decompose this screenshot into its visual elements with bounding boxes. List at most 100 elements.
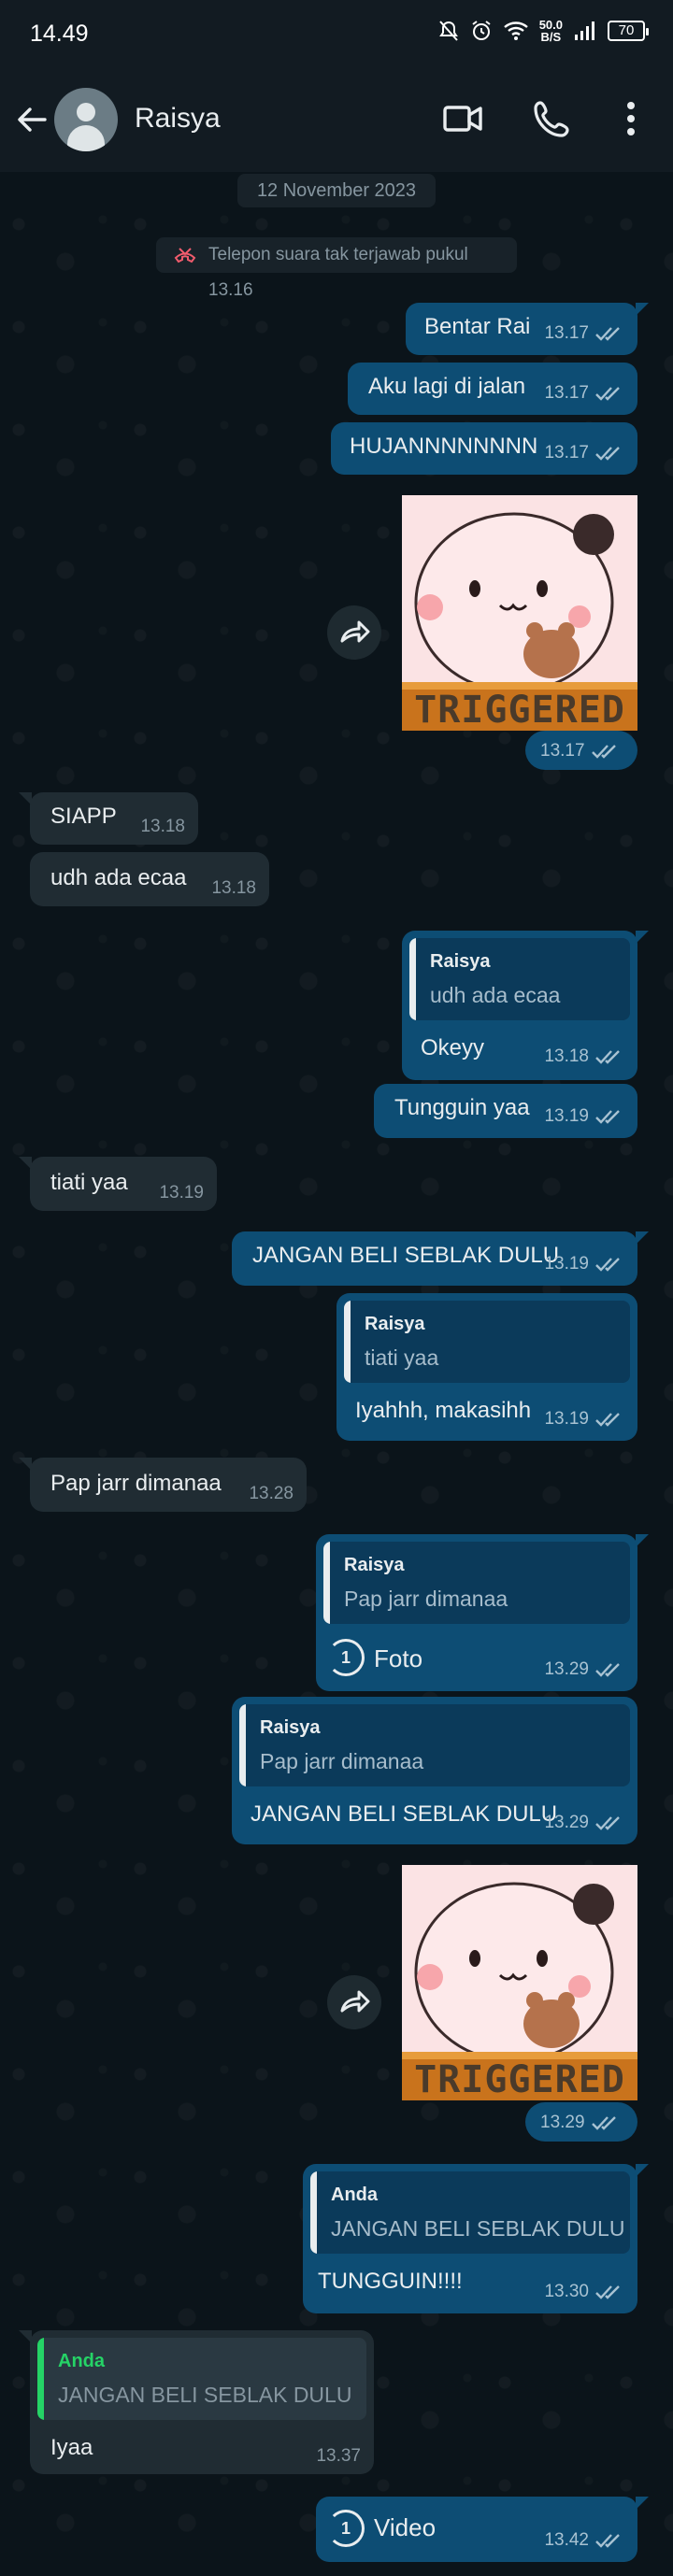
contact-name[interactable]: Raisya — [135, 103, 221, 135]
message-text: tiati yaa — [50, 1170, 128, 1195]
message-time: 13.17 — [544, 443, 589, 463]
message-time: 13.18 — [211, 878, 256, 898]
signal-icon — [575, 21, 594, 40]
net-speed-unit: B/S — [540, 30, 562, 44]
message-meta: 13.19 — [159, 1183, 204, 1203]
message-outgoing-reply[interactable]: Anda JANGAN BELI SEBLAK DULU TUNGGUIN!!!… — [303, 2164, 649, 2313]
message-outgoing-reply[interactable]: Raisya tiati yaa Iyahhh, makasihh 13.19 — [336, 1293, 637, 1441]
message-incoming[interactable]: Pap jarr dimanaa 13.28 — [19, 1458, 307, 1512]
read-tick-icon — [595, 2285, 620, 2299]
quote-author: Raisya — [260, 1717, 321, 1738]
message-incoming[interactable]: SIAPP 13.18 — [19, 792, 198, 845]
message-time: 13.29 — [544, 1659, 589, 1679]
quote-author: Raisya — [365, 1314, 425, 1334]
message-outgoing-reply[interactable]: Raisya Pap jarr dimanaa JANGAN BELI SEBL… — [232, 1697, 637, 1844]
sticker-image[interactable]: TRIGGERED — [402, 495, 637, 731]
read-tick-icon — [595, 1413, 620, 1427]
quote-text: JANGAN BELI SEBLAK DULU — [58, 2383, 352, 2407]
quoted-message[interactable]: Raisya Pap jarr dimanaa — [323, 1542, 630, 1624]
quoted-message[interactable]: Anda JANGAN BELI SEBLAK DULU — [37, 2338, 366, 2420]
quoted-message[interactable]: Raisya udh ada ecaa — [409, 938, 630, 1020]
message-meta: 13.29 — [544, 1813, 623, 1833]
message-meta: 13.37 — [316, 2446, 361, 2467]
message-meta: 13.18 — [140, 817, 185, 837]
quote-text: udh ada ecaa — [430, 983, 561, 1007]
mute-icon — [438, 21, 458, 41]
message-outgoing[interactable]: Aku lagi di jalan 13.17 — [348, 363, 637, 415]
message-meta: 13.29 — [544, 1659, 623, 1680]
quote-text: Pap jarr dimanaa — [344, 1587, 508, 1611]
voice-call-icon[interactable] — [527, 93, 578, 144]
message-time: 13.19 — [544, 1254, 589, 1274]
quoted-message[interactable]: Raisya tiati yaa — [344, 1301, 630, 1383]
message-meta: 13.17 — [544, 443, 623, 463]
read-tick-icon — [591, 2116, 616, 2130]
read-tick-icon — [591, 745, 616, 759]
read-tick-icon — [595, 327, 620, 341]
message-meta: 13.18 — [211, 878, 256, 899]
net-speed: 50.0 B/S — [539, 19, 563, 43]
message-text: JANGAN BELI SEBLAK DULU — [251, 1801, 558, 1827]
read-tick-icon — [595, 387, 620, 401]
read-tick-icon — [595, 1050, 620, 1064]
message-time: 13.17 — [540, 741, 585, 761]
message-meta: 13.17 — [540, 741, 619, 761]
video-call-icon[interactable] — [437, 93, 488, 144]
status-icons: 50.0 B/S 70 — [438, 19, 649, 43]
message-outgoing[interactable]: JANGAN BELI SEBLAK DULU 13.19 — [232, 1231, 649, 1286]
view-once-icon: 1 — [327, 1639, 365, 1676]
quote-text: JANGAN BELI SEBLAK DULU — [331, 2216, 625, 2241]
message-time: 13.18 — [140, 817, 185, 836]
message-text: HUJANNNNNNNN — [350, 434, 538, 459]
alarm-icon — [472, 21, 491, 40]
message-time: 13.30 — [544, 2282, 589, 2301]
read-tick-icon — [595, 2534, 620, 2548]
message-meta: 13.42 — [544, 2530, 623, 2551]
view-once-icon: 1 — [327, 2510, 365, 2547]
message-meta: 13.17 — [544, 383, 623, 404]
message-text: Iyahhh, makasihh — [355, 1398, 532, 1423]
wifi-icon — [503, 21, 528, 40]
forward-button[interactable] — [327, 605, 381, 660]
message-time: 13.29 — [544, 1813, 589, 1832]
sticker-image[interactable]: TRIGGERED — [402, 1865, 637, 2100]
read-tick-icon — [595, 447, 620, 461]
quote-text: Pap jarr dimanaa — [260, 1749, 424, 1773]
read-tick-icon — [595, 1110, 620, 1124]
triggered-bear-sticker: TRIGGERED — [402, 495, 637, 731]
message-outgoing[interactable]: HUJANNNNNNNN 13.17 — [331, 422, 637, 475]
message-time: 13.19 — [159, 1183, 204, 1203]
quoted-message[interactable]: Anda JANGAN BELI SEBLAK DULU — [310, 2171, 630, 2254]
message-outgoing-reply[interactable]: Raisya udh ada ecaa Okeyy 13.18 — [402, 931, 649, 1080]
date-divider: 12 November 2023 — [237, 174, 436, 207]
media-label: Foto — [374, 1644, 423, 1672]
message-outgoing-view-once-photo[interactable]: Raisya Pap jarr dimanaa 1 Foto 13.29 — [316, 1534, 649, 1691]
message-text: TUNGGUIN!!!! — [318, 2269, 463, 2294]
message-outgoing-view-once-video[interactable]: 1 Video 13.42 — [316, 2497, 649, 2562]
battery-icon: 70 — [608, 21, 649, 41]
message-incoming[interactable]: udh ada ecaa 13.18 — [30, 852, 269, 906]
message-text: Pap jarr dimanaa — [50, 1471, 222, 1496]
message-meta: 13.28 — [249, 1484, 294, 1504]
quoted-message[interactable]: Raisya Pap jarr dimanaa — [239, 1704, 630, 1786]
quote-author: Raisya — [430, 951, 491, 972]
message-text: Iyaa — [50, 2435, 93, 2460]
missed-call-notice[interactable]: Telepon suara tak terjawab pukul 13.16 — [156, 237, 517, 300]
read-tick-icon — [595, 1663, 620, 1677]
more-vert-icon[interactable] — [606, 93, 656, 144]
message-outgoing[interactable]: Bentar Rai 13.17 — [406, 303, 649, 355]
back-arrow-icon[interactable] — [13, 101, 50, 138]
message-incoming-reply[interactable]: Anda JANGAN BELI SEBLAK DULU Iyaa 13.37 — [19, 2330, 374, 2474]
quote-author: Raisya — [344, 1555, 405, 1575]
message-incoming[interactable]: tiati yaa 13.19 — [19, 1157, 217, 1211]
avatar[interactable] — [54, 88, 118, 151]
chat-header: Raisya — [0, 65, 673, 172]
message-meta: 13.29 — [540, 2113, 619, 2133]
sticker-caption: TRIGGERED — [414, 2058, 625, 2100]
message-meta: 13.19 — [544, 1106, 623, 1127]
message-outgoing[interactable]: Tungguin yaa 13.19 — [374, 1084, 637, 1138]
message-text: SIAPP — [50, 804, 117, 829]
missed-call-icon — [174, 248, 196, 263]
quote-text: tiati yaa — [365, 1345, 439, 1370]
forward-button[interactable] — [327, 1975, 381, 2029]
